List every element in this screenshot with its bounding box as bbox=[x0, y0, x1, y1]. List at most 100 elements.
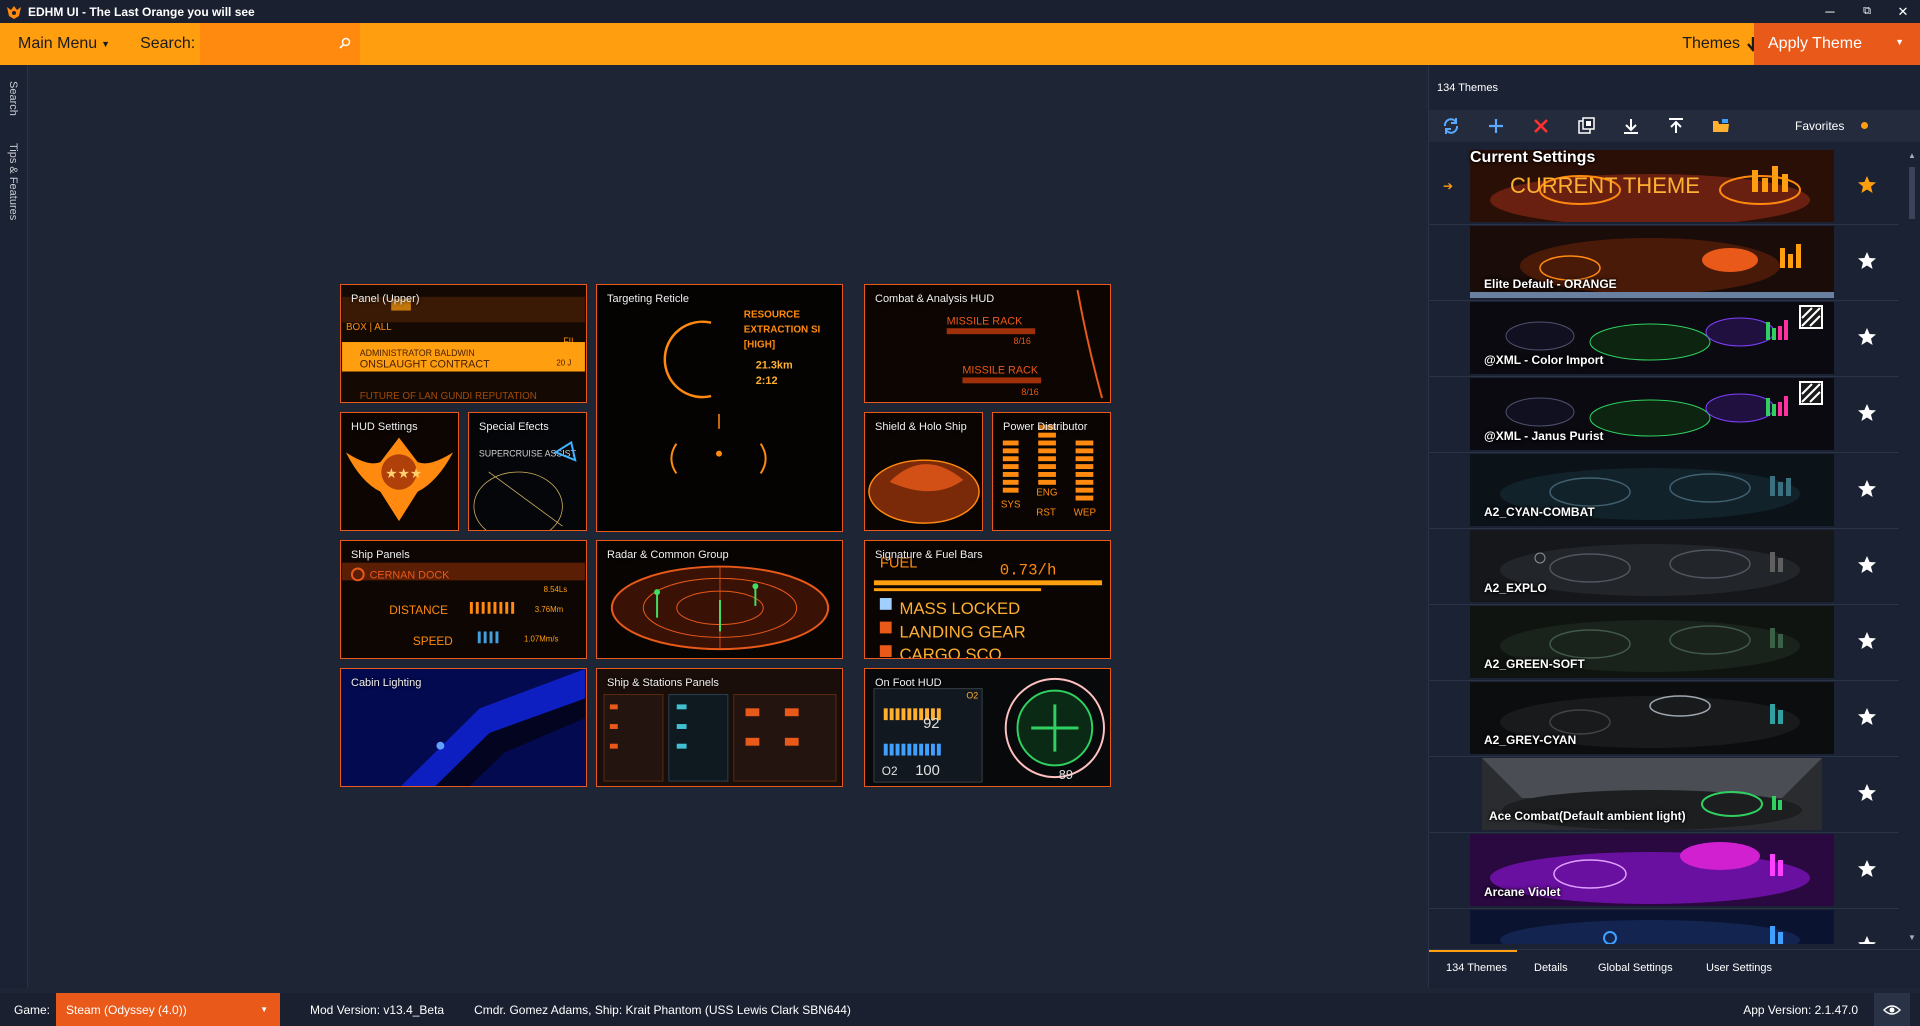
game-select[interactable]: Steam (Odyssey (4.0)) ▼ bbox=[56, 993, 281, 1026]
svg-text:92: 92 bbox=[923, 716, 939, 732]
star-icon[interactable] bbox=[1857, 707, 1877, 727]
tab-tips-features[interactable]: Tips & Features bbox=[7, 143, 19, 220]
star-icon[interactable] bbox=[1857, 175, 1877, 195]
search-icon[interactable] bbox=[338, 36, 352, 50]
scroll-up-icon[interactable]: ▲ bbox=[1908, 151, 1916, 160]
refresh-icon[interactable] bbox=[1441, 116, 1461, 136]
preview-icon[interactable] bbox=[1576, 116, 1596, 136]
minimize-button[interactable]: ─ bbox=[1815, 0, 1845, 23]
star-icon[interactable] bbox=[1857, 935, 1877, 944]
svg-text:21.3km: 21.3km bbox=[756, 359, 793, 371]
star-icon[interactable] bbox=[1857, 783, 1877, 803]
tab-themes[interactable]: 134 Themes bbox=[1446, 962, 1507, 974]
tile-label: HUD Settings bbox=[351, 421, 418, 433]
restore-button[interactable]: ⧉ bbox=[1852, 0, 1882, 23]
search-input[interactable] bbox=[200, 23, 361, 65]
theme-row-current[interactable]: ➔ CURRENT THEME Current Settings bbox=[1429, 149, 1899, 225]
tab-details[interactable]: Details bbox=[1534, 962, 1568, 974]
theme-name: @XML - Janus Purist bbox=[1484, 429, 1604, 443]
arrow-right-icon: ➔ bbox=[1443, 179, 1454, 193]
themes-panel-tabs: 134 Themes Details Global Settings User … bbox=[1429, 949, 1920, 988]
tile-label: Radar & Common Group bbox=[607, 549, 729, 561]
tile-cabin-lighting[interactable]: Cabin Lighting bbox=[340, 668, 587, 787]
theme-row[interactable]: A2_EXPLO bbox=[1429, 529, 1899, 605]
svg-text:3.76Mm: 3.76Mm bbox=[535, 605, 564, 614]
star-icon[interactable] bbox=[1857, 327, 1877, 347]
svg-text:MASS LOCKED: MASS LOCKED bbox=[900, 599, 1021, 618]
theme-row[interactable]: Elite Default - ORANGE bbox=[1429, 225, 1899, 301]
tile-radar-common-group[interactable]: Radar & Common Group bbox=[596, 540, 843, 659]
download-icon[interactable] bbox=[1621, 116, 1641, 136]
close-button[interactable]: ✕ bbox=[1888, 0, 1918, 23]
favorites-toggle-dot[interactable] bbox=[1861, 122, 1868, 129]
svg-text:ONSLAUGHT CONTRACT: ONSLAUGHT CONTRACT bbox=[360, 359, 490, 371]
tile-ship-stations-panels[interactable]: Ship & Stations Panels bbox=[596, 668, 843, 787]
tile-panel-upper[interactable]: Panel (Upper) BOX | ALL FIL ADMINISTRATO… bbox=[340, 284, 587, 403]
tile-shield-holo-ship[interactable]: Shield & Holo Ship bbox=[864, 412, 983, 531]
star-icon[interactable] bbox=[1857, 555, 1877, 575]
star-icon[interactable] bbox=[1857, 403, 1877, 423]
tile-label: Ship & Stations Panels bbox=[607, 677, 719, 689]
tab-user-settings[interactable]: User Settings bbox=[1706, 962, 1772, 974]
theme-row-partial[interactable] bbox=[1429, 909, 1899, 944]
theme-row[interactable]: @XML - Color Import bbox=[1429, 301, 1899, 377]
svg-text:8/16: 8/16 bbox=[1014, 336, 1031, 346]
targeting-reticle-preview: RESOURCE EXTRACTION SI [HIGH] 21.3km 2:1… bbox=[663, 310, 821, 475]
window-title: EDHM UI - The Last Orange you will see bbox=[28, 4, 255, 19]
tile-ship-panels[interactable]: Ship Panels CERNAN DOCK 8.54Ls DISTANCE … bbox=[340, 540, 587, 659]
star-icon[interactable] bbox=[1857, 251, 1877, 271]
caret-down-icon[interactable]: ▼ bbox=[1895, 37, 1904, 47]
tile-special-effects[interactable]: Special Efects SUPERCRUISE ASSIST bbox=[468, 412, 587, 531]
theme-row[interactable]: @XML - Janus Purist bbox=[1429, 377, 1899, 453]
delete-icon[interactable] bbox=[1531, 116, 1551, 136]
tile-label: Targeting Reticle bbox=[607, 293, 689, 305]
themes-count: 134 Themes bbox=[1437, 82, 1498, 94]
theme-name: Current Settings bbox=[1470, 149, 1596, 166]
svg-text:LANDING GEAR: LANDING GEAR bbox=[900, 622, 1026, 641]
themes-button[interactable]: Themes bbox=[1682, 23, 1760, 65]
scrollbar-thumb[interactable] bbox=[1909, 167, 1915, 219]
star-icon[interactable] bbox=[1857, 859, 1877, 879]
main-menu-label: Main Menu bbox=[18, 35, 98, 52]
apply-theme-button[interactable]: Apply Theme ▼ bbox=[1754, 23, 1920, 65]
scroll-down-icon[interactable]: ▼ bbox=[1908, 933, 1916, 942]
theme-name: A2_GREY-CYAN bbox=[1484, 733, 1577, 747]
upload-icon[interactable] bbox=[1666, 116, 1686, 136]
tile-hud-settings[interactable]: HUD Settings ★★★ bbox=[340, 412, 459, 531]
svg-text:O2: O2 bbox=[966, 690, 978, 700]
tile-label: Combat & Analysis HUD bbox=[875, 293, 995, 305]
theme-name: Elite Default - ORANGE bbox=[1484, 277, 1617, 291]
theme-row[interactable]: A2_CYAN-COMBAT bbox=[1429, 453, 1899, 529]
theme-row[interactable]: A2_GREY-CYAN bbox=[1429, 681, 1899, 757]
tile-label: Power Distributor bbox=[1003, 421, 1088, 433]
eye-button[interactable] bbox=[1874, 993, 1910, 1026]
tile-power-distributor[interactable]: Power Distributor SYS ENG RST WEP bbox=[992, 412, 1111, 531]
tile-combat-analysis-hud[interactable]: Combat & Analysis HUD MISSILE RACK 8/16 … bbox=[864, 284, 1111, 403]
tile-signature-fuel-bars[interactable]: Signature & Fuel Bars FUEL 0.73/h MASS L… bbox=[864, 540, 1111, 659]
svg-text:SYS: SYS bbox=[1001, 499, 1021, 510]
themes-scrollbar[interactable]: ▲ ▼ bbox=[1905, 149, 1919, 944]
search-box bbox=[200, 23, 361, 65]
title-bar: EDHM UI - The Last Orange you will see ─… bbox=[0, 0, 1920, 23]
theme-row[interactable]: Ace Combat(Default ambient light) bbox=[1429, 757, 1899, 833]
tile-label: Signature & Fuel Bars bbox=[875, 549, 983, 561]
add-icon[interactable] bbox=[1486, 116, 1506, 136]
svg-text:EXTRACTION SI: EXTRACTION SI bbox=[744, 325, 821, 336]
folder-icon[interactable] bbox=[1711, 116, 1731, 136]
game-label: Game: bbox=[14, 1002, 51, 1017]
svg-text:8.54Ls: 8.54Ls bbox=[544, 585, 568, 594]
tab-search[interactable]: Search bbox=[7, 81, 19, 116]
theme-row[interactable]: A2_GREEN-SOFT bbox=[1429, 605, 1899, 681]
main-menu-button[interactable]: Main Menu ▼ bbox=[18, 35, 110, 53]
tile-targeting-reticle[interactable]: Targeting Reticle RESOURCE EXTRACTION SI… bbox=[596, 284, 843, 532]
theme-row[interactable]: Arcane Violet bbox=[1429, 833, 1899, 909]
favorites-label[interactable]: Favorites bbox=[1795, 119, 1844, 133]
svg-text:SUPERCRUISE ASSIST: SUPERCRUISE ASSIST bbox=[479, 448, 577, 458]
svg-text:CURRENT THEME: CURRENT THEME bbox=[1510, 173, 1700, 198]
star-icon[interactable] bbox=[1857, 479, 1877, 499]
tab-global-settings[interactable]: Global Settings bbox=[1598, 962, 1673, 974]
tile-on-foot-hud[interactable]: On Foot HUD 92 O2 100 O2 89 bbox=[864, 668, 1111, 787]
theme-thumbnail bbox=[1470, 910, 1834, 944]
game-select-value: Steam (Odyssey (4.0)) bbox=[66, 1002, 187, 1017]
star-icon[interactable] bbox=[1857, 631, 1877, 651]
